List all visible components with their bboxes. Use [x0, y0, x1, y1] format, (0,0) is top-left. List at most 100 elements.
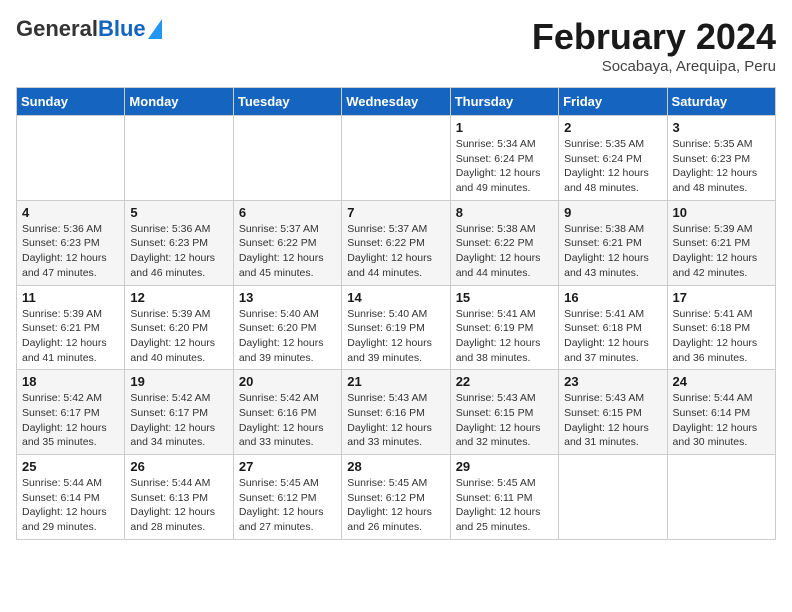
header-thursday: Thursday	[450, 88, 558, 116]
calendar-cell: 27Sunrise: 5:45 AM Sunset: 6:12 PM Dayli…	[233, 455, 341, 540]
day-number: 3	[673, 120, 770, 135]
calendar-cell: 18 Sunrise: 5:42 AM Sunset: 6:17 PM Dayli…	[17, 370, 125, 455]
day-number: 15	[456, 290, 553, 305]
day-number: 8	[456, 205, 553, 220]
day-number: 22	[456, 374, 553, 389]
calendar-cell: 13 Sunrise: 5:40 AM Sunset: 6:20 PM Dayli…	[233, 285, 341, 370]
day-number: 10	[673, 205, 770, 220]
calendar-cell: 5 Sunrise: 5:36 AM Sunset: 6:23 PM Daylig…	[125, 200, 233, 285]
day-number: 5	[130, 205, 227, 220]
header-monday: Monday	[125, 88, 233, 116]
day-number: 24	[673, 374, 770, 389]
calendar-cell: 26Sunrise: 5:44 AM Sunset: 6:13 PM Dayli…	[125, 455, 233, 540]
header-wednesday: Wednesday	[342, 88, 450, 116]
calendar-cell: 20Sunrise: 5:42 AM Sunset: 6:16 PM Dayli…	[233, 370, 341, 455]
day-number: 6	[239, 205, 336, 220]
calendar-cell: 11 Sunrise: 5:39 AM Sunset: 6:21 PM Dayli…	[17, 285, 125, 370]
logo-arrow-icon	[148, 19, 162, 39]
logo-blue: Blue	[98, 16, 146, 41]
calendar-cell: 29 Sunrise: 5:45 AM Sunset: 6:11 PM Dayli…	[450, 455, 558, 540]
day-number: 13	[239, 290, 336, 305]
day-info: Sunrise: 5:39 AM Sunset: 6:20 PM Dayligh…	[130, 307, 227, 366]
day-info: Sunrise: 5:39 AM Sunset: 6:21 PM Dayligh…	[22, 307, 119, 366]
day-number: 23	[564, 374, 661, 389]
day-number: 1	[456, 120, 553, 135]
title-area: February 2024 Socabaya, Arequipa, Peru	[532, 16, 776, 75]
calendar-cell	[559, 455, 667, 540]
calendar-cell: 10 Sunrise: 5:39 AM Sunset: 6:21 PM Dayli…	[667, 200, 775, 285]
location-title: Socabaya, Arequipa, Peru	[532, 58, 776, 75]
calendar-cell	[125, 116, 233, 201]
day-info: Sunrise: 5:42 AM Sunset: 6:17 PM Dayligh…	[22, 391, 119, 450]
day-number: 25	[22, 459, 119, 474]
day-info: Sunrise: 5:43 AM Sunset: 6:16 PM Dayligh…	[347, 391, 444, 450]
day-number: 18	[22, 374, 119, 389]
day-number: 28	[347, 459, 444, 474]
header-saturday: Saturday	[667, 88, 775, 116]
logo: GeneralBlue	[16, 16, 162, 42]
calendar-cell: 23 Sunrise: 5:43 AM Sunset: 6:15 PM Dayli…	[559, 370, 667, 455]
header-friday: Friday	[559, 88, 667, 116]
page-header: GeneralBlue February 2024 Socabaya, Areq…	[16, 16, 776, 75]
day-info: Sunrise: 5:39 AM Sunset: 6:21 PM Dayligh…	[673, 222, 770, 281]
calendar-cell: 12 Sunrise: 5:39 AM Sunset: 6:20 PM Dayli…	[125, 285, 233, 370]
day-number: 2	[564, 120, 661, 135]
day-info: Sunrise: 5:41 AM Sunset: 6:18 PM Dayligh…	[564, 307, 661, 366]
header-sunday: Sunday	[17, 88, 125, 116]
calendar-cell	[17, 116, 125, 201]
day-number: 14	[347, 290, 444, 305]
day-number: 12	[130, 290, 227, 305]
calendar-cell: 28Sunrise: 5:45 AM Sunset: 6:12 PM Dayli…	[342, 455, 450, 540]
day-info: Sunrise: 5:43 AM Sunset: 6:15 PM Dayligh…	[456, 391, 553, 450]
day-info: Sunrise: 5:37 AM Sunset: 6:22 PM Dayligh…	[239, 222, 336, 281]
calendar-week-row: 18 Sunrise: 5:42 AM Sunset: 6:17 PM Dayli…	[17, 370, 776, 455]
calendar-cell: 22 Sunrise: 5:43 AM Sunset: 6:15 PM Dayli…	[450, 370, 558, 455]
day-info: Sunrise: 5:44 AM Sunset: 6:14 PM Dayligh…	[22, 476, 119, 535]
day-number: 17	[673, 290, 770, 305]
day-info: Sunrise: 5:37 AM Sunset: 6:22 PM Dayligh…	[347, 222, 444, 281]
day-number: 7	[347, 205, 444, 220]
day-info: Sunrise: 5:41 AM Sunset: 6:18 PM Dayligh…	[673, 307, 770, 366]
calendar-week-row: 1 Sunrise: 5:34 AM Sunset: 6:24 PM Daylig…	[17, 116, 776, 201]
day-number: 21	[347, 374, 444, 389]
calendar-cell: 15 Sunrise: 5:41 AM Sunset: 6:19 PM Dayli…	[450, 285, 558, 370]
day-number: 29	[456, 459, 553, 474]
day-info: Sunrise: 5:44 AM Sunset: 6:14 PM Dayligh…	[673, 391, 770, 450]
calendar-cell: 6 Sunrise: 5:37 AM Sunset: 6:22 PM Daylig…	[233, 200, 341, 285]
calendar-week-row: 11 Sunrise: 5:39 AM Sunset: 6:21 PM Dayli…	[17, 285, 776, 370]
day-info: Sunrise: 5:45 AM Sunset: 6:12 PM Dayligh…	[239, 476, 336, 535]
calendar-cell: 21 Sunrise: 5:43 AM Sunset: 6:16 PM Dayli…	[342, 370, 450, 455]
day-info: Sunrise: 5:40 AM Sunset: 6:20 PM Dayligh…	[239, 307, 336, 366]
day-info: Sunrise: 5:40 AM Sunset: 6:19 PM Dayligh…	[347, 307, 444, 366]
day-info: Sunrise: 5:41 AM Sunset: 6:19 PM Dayligh…	[456, 307, 553, 366]
calendar-cell: 9 Sunrise: 5:38 AM Sunset: 6:21 PM Daylig…	[559, 200, 667, 285]
calendar-cell	[233, 116, 341, 201]
calendar-cell	[342, 116, 450, 201]
calendar-cell: 1 Sunrise: 5:34 AM Sunset: 6:24 PM Daylig…	[450, 116, 558, 201]
day-info: Sunrise: 5:36 AM Sunset: 6:23 PM Dayligh…	[130, 222, 227, 281]
day-number: 4	[22, 205, 119, 220]
calendar-table: SundayMondayTuesdayWednesdayThursdayFrid…	[16, 87, 776, 540]
day-number: 16	[564, 290, 661, 305]
calendar-cell: 25 Sunrise: 5:44 AM Sunset: 6:14 PM Dayli…	[17, 455, 125, 540]
day-info: Sunrise: 5:45 AM Sunset: 6:11 PM Dayligh…	[456, 476, 553, 535]
day-info: Sunrise: 5:34 AM Sunset: 6:24 PM Dayligh…	[456, 137, 553, 196]
logo-general: General	[16, 16, 98, 41]
logo-text: GeneralBlue	[16, 16, 146, 42]
day-info: Sunrise: 5:42 AM Sunset: 6:17 PM Dayligh…	[130, 391, 227, 450]
month-title: February 2024	[532, 16, 776, 58]
day-info: Sunrise: 5:35 AM Sunset: 6:24 PM Dayligh…	[564, 137, 661, 196]
day-number: 9	[564, 205, 661, 220]
day-number: 26	[130, 459, 227, 474]
calendar-cell: 7 Sunrise: 5:37 AM Sunset: 6:22 PM Daylig…	[342, 200, 450, 285]
day-info: Sunrise: 5:38 AM Sunset: 6:22 PM Dayligh…	[456, 222, 553, 281]
calendar-cell: 4 Sunrise: 5:36 AM Sunset: 6:23 PM Daylig…	[17, 200, 125, 285]
calendar-cell: 8 Sunrise: 5:38 AM Sunset: 6:22 PM Daylig…	[450, 200, 558, 285]
day-info: Sunrise: 5:36 AM Sunset: 6:23 PM Dayligh…	[22, 222, 119, 281]
day-number: 11	[22, 290, 119, 305]
day-info: Sunrise: 5:43 AM Sunset: 6:15 PM Dayligh…	[564, 391, 661, 450]
day-info: Sunrise: 5:38 AM Sunset: 6:21 PM Dayligh…	[564, 222, 661, 281]
calendar-cell: 19Sunrise: 5:42 AM Sunset: 6:17 PM Dayli…	[125, 370, 233, 455]
calendar-cell: 14 Sunrise: 5:40 AM Sunset: 6:19 PM Dayli…	[342, 285, 450, 370]
calendar-cell: 17 Sunrise: 5:41 AM Sunset: 6:18 PM Dayli…	[667, 285, 775, 370]
